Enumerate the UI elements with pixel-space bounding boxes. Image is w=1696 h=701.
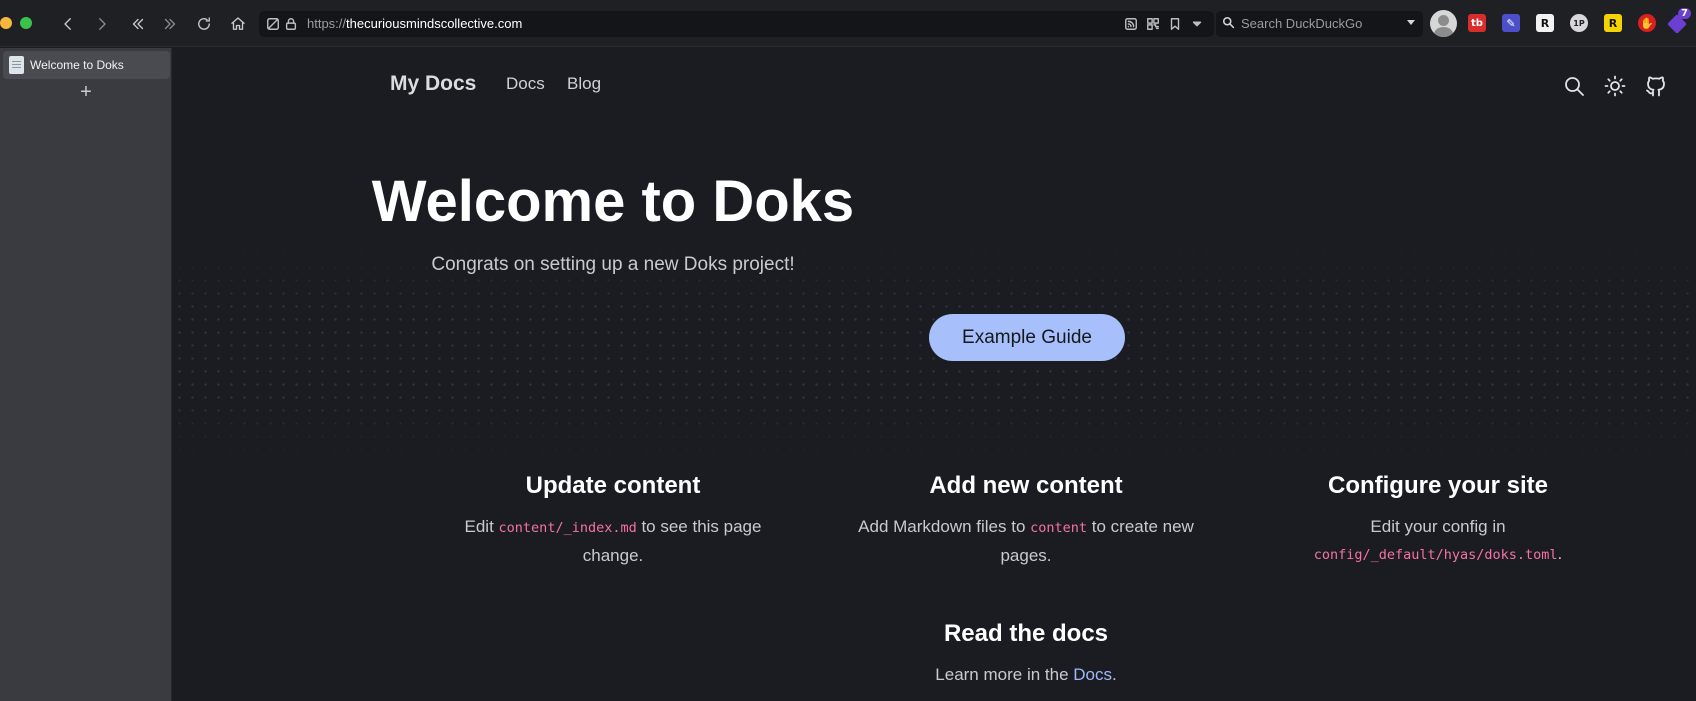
github-icon <box>1646 76 1665 97</box>
example-guide-button[interactable]: Example Guide <box>929 314 1125 361</box>
new-tab-button[interactable]: + <box>76 82 96 102</box>
page-icon <box>9 56 24 74</box>
url-text[interactable]: https://thecuriousmindscollective.com <box>307 16 522 31</box>
feature-title: Add new content <box>929 472 1123 499</box>
nav-blog[interactable]: Blog <box>567 74 601 94</box>
search-icon <box>1565 77 1584 96</box>
chevron-down-icon[interactable] <box>1188 15 1206 33</box>
reload-button[interactable] <box>192 12 216 36</box>
code-snippet: content <box>1030 520 1088 536</box>
url-scheme: https:// <box>307 16 347 31</box>
chevron-right-icon <box>99 18 106 30</box>
zoom-window-button[interactable] <box>20 17 32 29</box>
theme-toggle-button[interactable] <box>1603 74 1629 100</box>
hero-title: Welcome to Doks <box>371 169 855 234</box>
lock-icon[interactable] <box>282 15 300 33</box>
extension-r-black[interactable]: R <box>1536 14 1554 32</box>
double-chevron-left-icon <box>132 18 144 30</box>
site-brand[interactable]: My Docs <box>390 72 476 96</box>
sidebar-tab-welcome[interactable]: Welcome to Doks <box>3 51 170 79</box>
search-bar[interactable]: Search DuckDuckGo <box>1216 11 1423 37</box>
extension-badge: 7 <box>1678 8 1691 19</box>
reload-icon <box>198 17 210 30</box>
feature-text: Learn more in the Docs. <box>935 665 1117 684</box>
fast-forward-button[interactable] <box>158 12 182 36</box>
url-host: thecuriousmindscollective.com <box>346 16 523 31</box>
sidebar-tab-label: Welcome to Doks <box>30 58 124 72</box>
github-link[interactable] <box>1644 74 1670 100</box>
rewind-button[interactable] <box>126 12 150 36</box>
feature-read-the-docs: Read the docs Learn more in the Docs. <box>846 620 1206 688</box>
feature-text: Edit your config in config/_default/hyas… <box>1313 517 1563 563</box>
profile-avatar[interactable] <box>1430 10 1457 37</box>
address-bar[interactable]: https://thecuriousmindscollective.com <box>259 11 1214 37</box>
browser-toolbar: https://thecuriousmindscollective.com Se… <box>0 0 1696 47</box>
feature-title: Read the docs <box>943 620 1109 647</box>
chevron-left-icon <box>64 18 71 30</box>
double-chevron-right-icon <box>164 18 176 30</box>
search-icon <box>1222 16 1238 32</box>
extension-r-yellow[interactable]: R <box>1604 14 1622 32</box>
search-engine-dropdown[interactable] <box>1407 20 1415 25</box>
feature-title: Configure your site <box>1327 472 1549 499</box>
minimize-window-button[interactable] <box>0 17 12 29</box>
back-button[interactable] <box>56 12 80 36</box>
forward-button[interactable] <box>90 12 114 36</box>
page-content: My Docs Docs Blog Welcome to Doks Congra… <box>173 48 1696 701</box>
code-snippet: content/_index.md <box>498 520 637 536</box>
tracking-protection-icon[interactable] <box>264 15 282 33</box>
feature-text: Add Markdown files to content to create … <box>858 517 1194 565</box>
feature-text: Edit content/_index.md to see this page … <box>464 517 762 565</box>
hero-subtitle: Congrats on setting up a new Doks projec… <box>431 254 795 275</box>
sun-icon <box>1604 75 1626 97</box>
vertical-tabs-sidebar: Welcome to Doks + <box>0 48 172 701</box>
feature-add-new-content: Add new content Add Markdown files to co… <box>846 472 1206 569</box>
feature-update-content: Update content Edit content/_index.md to… <box>433 472 793 569</box>
extension-tb[interactable]: tb <box>1468 14 1486 32</box>
qr-code-icon[interactable] <box>1144 15 1162 33</box>
feature-configure-site: Configure your site Edit your config in … <box>1258 472 1618 569</box>
code-snippet: config/_default/hyas/doks.toml <box>1313 547 1558 563</box>
search-placeholder: Search DuckDuckGo <box>1241 16 1363 31</box>
site-search-button[interactable] <box>1562 74 1588 100</box>
rss-icon[interactable] <box>1122 15 1140 33</box>
bookmark-icon[interactable] <box>1166 15 1184 33</box>
docs-link[interactable]: Docs <box>1073 665 1112 684</box>
home-icon <box>231 17 245 30</box>
nav-docs[interactable]: Docs <box>506 74 545 94</box>
extension-edit-icon[interactable]: ✎ <box>1502 14 1520 32</box>
extension-ublock-icon[interactable]: ✋ <box>1638 14 1656 32</box>
home-button[interactable] <box>226 12 250 36</box>
feature-title: Update content <box>525 472 701 499</box>
extension-1password[interactable]: 1P <box>1570 14 1588 32</box>
